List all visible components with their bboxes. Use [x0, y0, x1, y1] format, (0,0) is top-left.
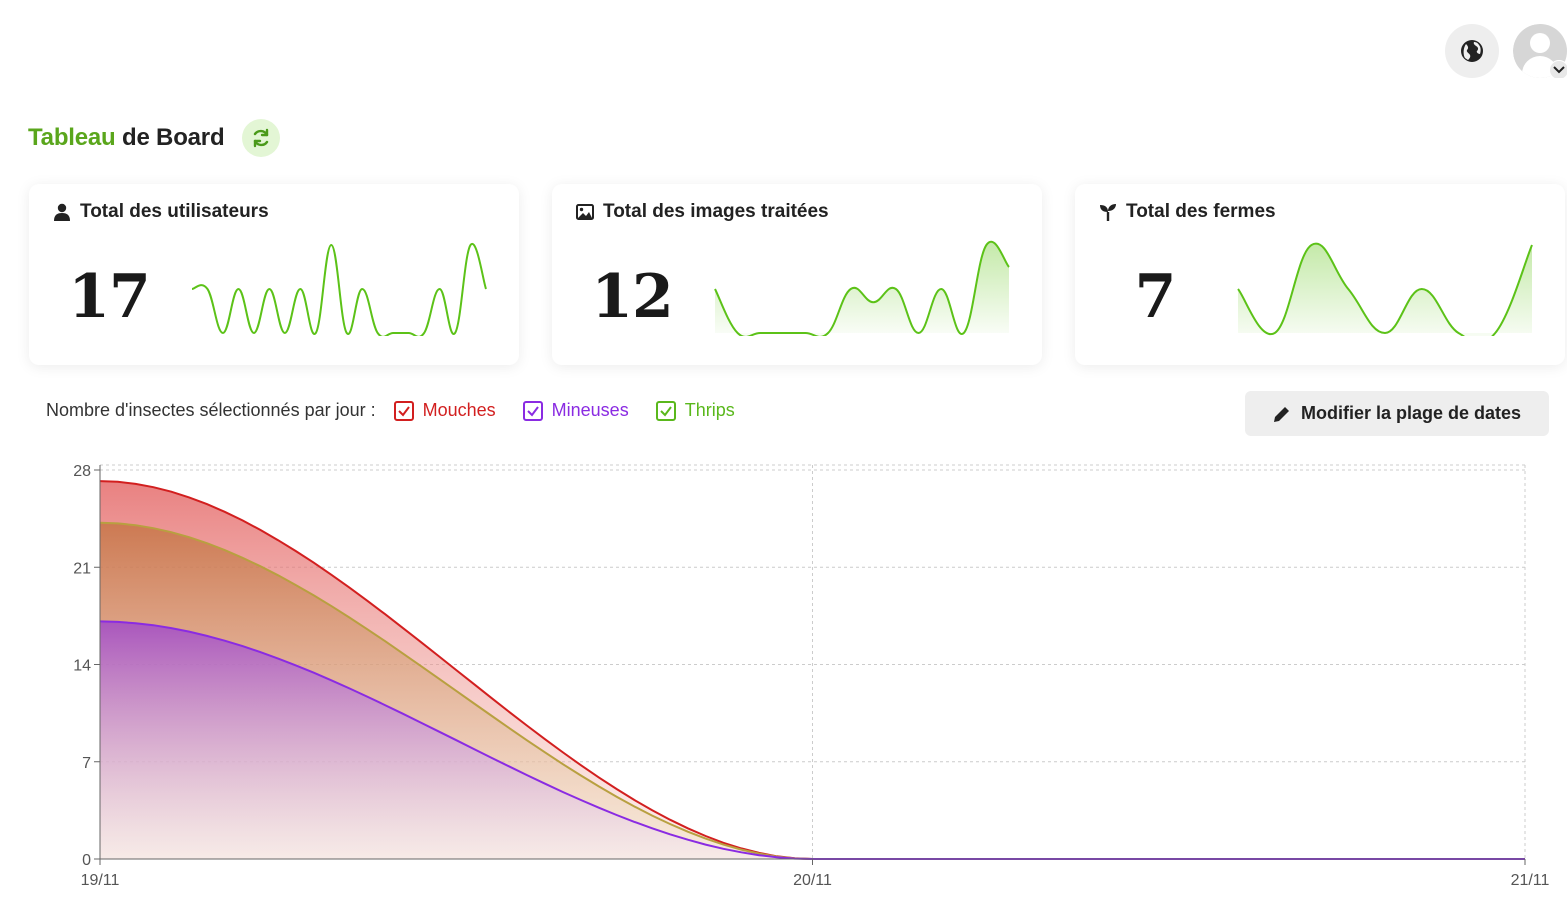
chevron-down-icon — [1549, 60, 1567, 78]
card-value: 17 — [68, 262, 151, 332]
insect-filter-row: Nombre d'insectes sélectionnés par jour … — [46, 400, 762, 421]
stat-card-images: Total des images traitées 12 — [552, 184, 1042, 365]
filter-label-thrips: Thrips — [684, 400, 735, 420]
stat-card-users: Total des utilisateurs 17 — [29, 184, 519, 365]
filter-label: Nombre d'insectes sélectionnés par jour … — [46, 400, 376, 420]
filter-thrips[interactable]: Thrips — [655, 400, 735, 421]
filter-mineuses[interactable]: Mineuses — [522, 400, 629, 421]
filter-label-mineuses: Mineuses — [551, 400, 629, 420]
title-row: Tableau de Board — [28, 119, 281, 157]
globe-icon — [1461, 40, 1483, 62]
stat-card-farms: Total des fermes 7 — [1075, 184, 1565, 365]
card-title: Total des fermes — [1126, 201, 1276, 222]
card-value: 12 — [591, 262, 674, 332]
page-title: Tableau de Board — [28, 124, 225, 152]
x-tick-label: 20/11 — [793, 872, 832, 889]
top-actions — [1445, 24, 1567, 78]
x-tick-label: 21/11 — [1511, 872, 1550, 889]
x-tick-label: 19/11 — [81, 872, 120, 889]
card-head: Total des images traitées — [576, 201, 829, 223]
card-head: Total des utilisateurs — [53, 201, 269, 223]
date-button-label: Modifier la plage de dates — [1300, 403, 1522, 423]
card-value: 7 — [1134, 262, 1177, 332]
y-tick-label: 21 — [73, 560, 91, 577]
y-tick-label: 0 — [82, 852, 91, 869]
language-button[interactable] — [1445, 24, 1499, 78]
checkbox-icon[interactable] — [655, 400, 676, 421]
card-title: Total des utilisateurs — [80, 201, 269, 222]
image-icon — [576, 204, 594, 220]
y-tick-label: 14 — [73, 658, 91, 675]
filter-mouches[interactable]: Mouches — [393, 400, 496, 421]
seedling-icon — [1100, 204, 1116, 221]
sparkline — [191, 242, 487, 336]
card-title: Total des images traitées — [603, 201, 829, 222]
page-title-rest: de Board — [115, 124, 225, 151]
sparkline-line — [191, 242, 487, 336]
sparkline — [714, 240, 1010, 336]
sparkline-line — [1237, 242, 1533, 336]
refresh-button[interactable] — [242, 119, 281, 157]
y-tick-label: 28 — [73, 463, 91, 480]
sparkline-area — [715, 241, 1009, 336]
checkbox-icon[interactable] — [393, 400, 414, 421]
checkbox-icon[interactable] — [522, 400, 543, 421]
refresh-icon — [254, 128, 269, 148]
modify-date-range-button[interactable]: Modifier la plage de dates — [1245, 391, 1549, 436]
pencil-icon — [1273, 406, 1289, 422]
card-head: Total des fermes — [1099, 201, 1276, 223]
page-title-accent: Tableau — [28, 124, 116, 151]
filter-label-mouches: Mouches — [422, 400, 496, 420]
user-icon — [54, 203, 70, 221]
insects-area-chart: 0 7 14 21 28 19/11 20/11 21/11 — [73, 463, 1550, 889]
user-menu[interactable] — [1513, 24, 1567, 78]
y-tick-label: 7 — [82, 755, 91, 772]
sparkline — [1237, 242, 1533, 336]
